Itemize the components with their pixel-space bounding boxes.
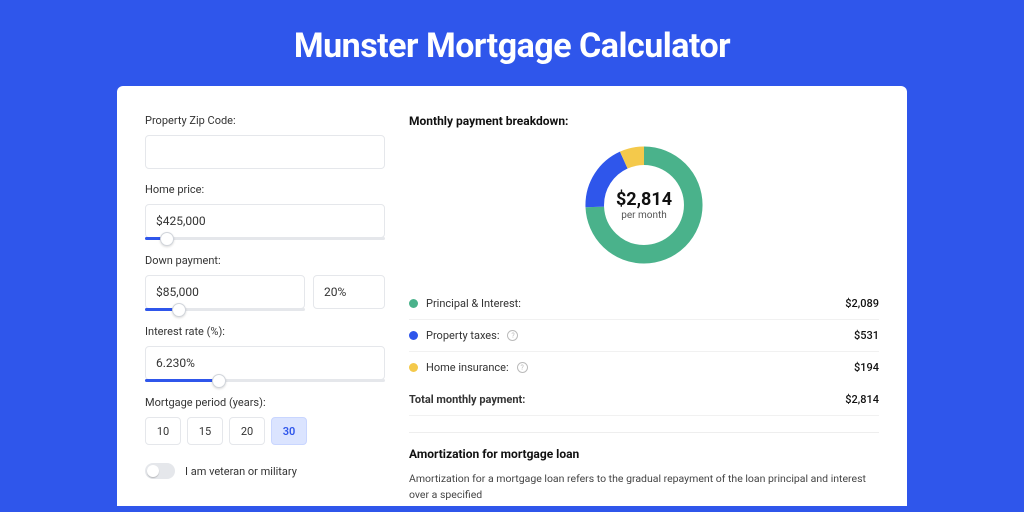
legend-value: $2,089 [845,297,879,310]
info-icon[interactable]: ? [507,330,518,341]
interest-rate-slider[interactable] [145,379,385,382]
legend-row: Home insurance:? $194 [409,352,879,383]
down-payment-slider[interactable] [145,308,305,311]
legend-dot [409,331,418,340]
mortgage-period-field-group: Mortgage period (years): 10152030 [145,396,385,445]
interest-rate-input[interactable] [145,346,385,380]
breakdown-column: Monthly payment breakdown: $2,814 per mo… [409,114,879,506]
veteran-toggle[interactable] [145,463,175,479]
page-title: Munster Mortgage Calculator [0,0,1024,86]
veteran-toggle-row: I am veteran or military [145,463,385,479]
donut-center-sub: per month [621,210,667,221]
home-price-field-group: Home price: [145,183,385,240]
total-label: Total monthly payment: [409,393,525,406]
mortgage-period-option-15[interactable]: 15 [187,417,223,445]
donut-center-amount: $2,814 [616,189,672,210]
veteran-toggle-label: I am veteran or military [185,465,297,478]
down-payment-field-group: Down payment: [145,254,385,311]
total-row: Total monthly payment: $2,814 [409,383,879,416]
slider-thumb[interactable] [212,374,226,388]
mortgage-period-label: Mortgage period (years): [145,396,385,409]
down-payment-label: Down payment: [145,254,385,267]
donut-chart: $2,814 per month [409,140,879,270]
total-value: $2,814 [845,393,879,406]
legend-value: $194 [854,361,879,374]
slider-thumb[interactable] [160,232,174,246]
zip-field-group: Property Zip Code: [145,114,385,169]
legend-label: Home insurance: [426,361,509,374]
mortgage-period-option-20[interactable]: 20 [229,417,265,445]
zip-input[interactable] [145,135,385,169]
legend-label: Principal & Interest: [426,297,521,310]
legend-dot [409,299,418,308]
zip-label: Property Zip Code: [145,114,385,127]
slider-thumb[interactable] [172,303,186,317]
amortization-text: Amortization for a mortgage loan refers … [409,471,879,503]
legend-row: Principal & Interest: $2,089 [409,288,879,320]
home-price-label: Home price: [145,183,385,196]
interest-rate-label: Interest rate (%): [145,325,385,338]
legend-value: $531 [854,329,879,342]
calculator-panel: Property Zip Code: Home price: Down paym… [117,86,907,506]
form-column: Property Zip Code: Home price: Down paym… [145,114,385,506]
mortgage-period-option-30[interactable]: 30 [271,417,307,445]
breakdown-title: Monthly payment breakdown: [409,114,879,128]
legend-dot [409,363,418,372]
interest-rate-field-group: Interest rate (%): [145,325,385,382]
legend-row: Property taxes:? $531 [409,320,879,352]
amortization-title: Amortization for mortgage loan [409,447,879,461]
down-payment-amount-input[interactable] [145,275,305,309]
home-price-input[interactable] [145,204,385,238]
mortgage-period-options: 10152030 [145,417,385,445]
info-icon[interactable]: ? [517,362,528,373]
down-payment-pct-input[interactable] [313,275,385,309]
mortgage-period-option-10[interactable]: 10 [145,417,181,445]
breakdown-legend: Principal & Interest: $2,089 Property taxe… [409,288,879,383]
legend-label: Property taxes: [426,329,499,342]
amortization-section: Amortization for mortgage loan Amortizat… [409,432,879,503]
home-price-slider[interactable] [145,237,385,240]
